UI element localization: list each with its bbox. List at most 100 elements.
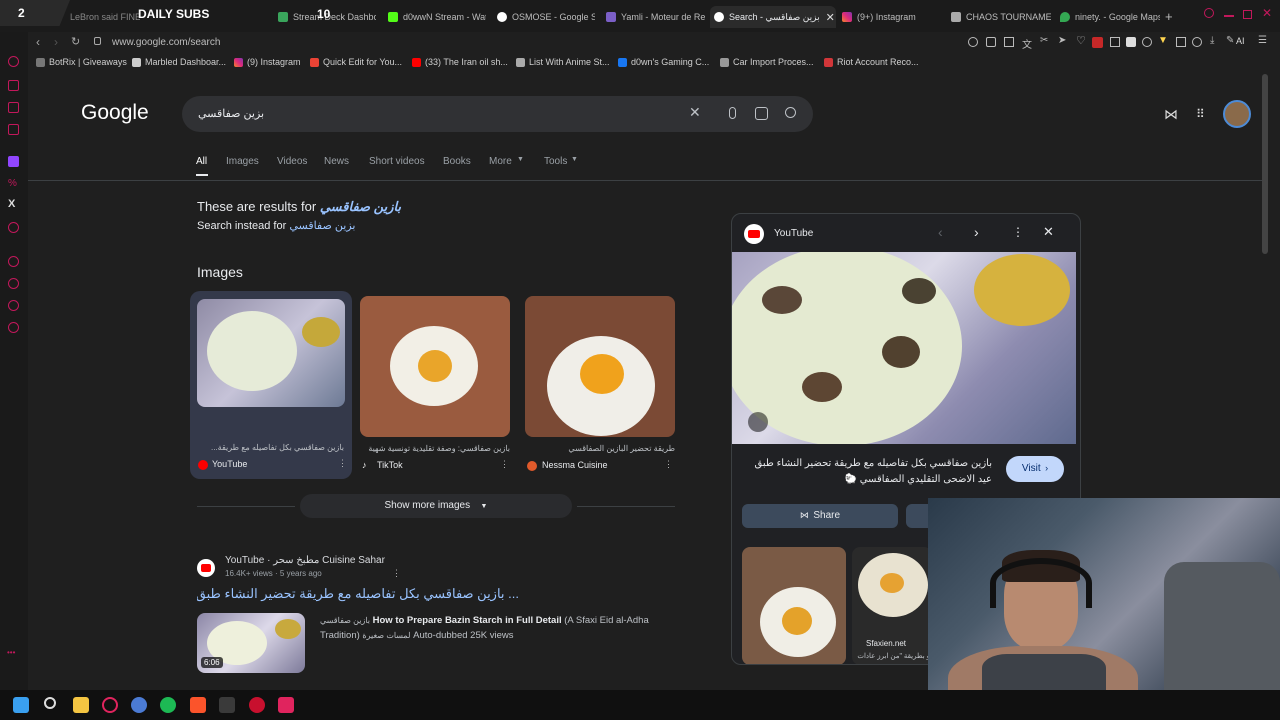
google-logo[interactable]: Google — [81, 101, 149, 125]
tab-6[interactable]: (9+) Instagram — [842, 6, 942, 28]
menu-icon[interactable]: ☰ — [1258, 35, 1267, 46]
app-icon-red[interactable] — [249, 697, 265, 713]
related-image-0[interactable] — [742, 547, 846, 664]
search-box[interactable]: بزين صفاقسي ✕ — [182, 96, 813, 132]
sidebar-settings-icon[interactable] — [8, 322, 19, 333]
sidebar-extension-icon[interactable]: % — [8, 178, 19, 189]
next-icon[interactable]: › — [974, 224, 979, 240]
share-button[interactable]: ⋈ Share — [742, 504, 898, 528]
tab-tools[interactable]: Tools — [544, 156, 567, 167]
tab-3[interactable]: OSMOSE - Google Se — [497, 6, 595, 28]
maximize-icon[interactable] — [1243, 10, 1252, 19]
sidebar-youtube-icon[interactable] — [8, 222, 19, 233]
spell-corrected-link[interactable]: بازين صفاقسي — [320, 199, 401, 214]
spotify-icon[interactable] — [160, 697, 176, 713]
tab-2[interactable]: d0wwN Stream - Wat — [388, 6, 486, 28]
show-more-images-button[interactable]: Show more images ▼ — [300, 494, 572, 518]
ext-icon-3[interactable]: ✂ — [1040, 35, 1048, 46]
minimize-icon[interactable] — [1224, 15, 1234, 17]
share-icon[interactable]: ⋈ — [1164, 106, 1178, 123]
apps-grid-icon[interactable]: ⠿ — [1196, 107, 1205, 121]
avatar[interactable] — [1223, 100, 1251, 128]
sidebar-ai-icon[interactable] — [8, 56, 19, 67]
prev-icon[interactable]: ‹ — [938, 224, 943, 240]
search-icon[interactable] — [44, 697, 56, 709]
image-card-1[interactable]: بازين صفاقسي: وصفة تقليدية تونسية شهية ♪… — [360, 296, 512, 476]
app-icon-pink[interactable] — [278, 697, 294, 713]
result-video-thumb[interactable]: 6:06 — [197, 613, 305, 673]
bookmark-7[interactable]: Car Import Proces... — [720, 57, 814, 67]
translate-icon[interactable]: 文 — [1022, 36, 1032, 51]
app-icon-dark[interactable] — [219, 697, 235, 713]
brave-icon[interactable] — [190, 697, 206, 713]
ext-icon-4[interactable] — [1110, 37, 1120, 47]
file-explorer-icon[interactable] — [73, 697, 89, 713]
app-icon-blue[interactable] — [131, 697, 147, 713]
tab-close-icon[interactable]: ✕ — [826, 11, 835, 24]
sidebar-mail-icon[interactable] — [8, 124, 19, 135]
tab-4[interactable]: Yamli - Moteur de Re — [606, 6, 706, 28]
bookmark-6[interactable]: d0wn's Gaming C... — [618, 57, 709, 67]
more-options-icon[interactable]: ⋮ — [664, 459, 673, 470]
lens-search-icon[interactable] — [748, 412, 768, 432]
bookmark-5[interactable]: List With Anime St... — [516, 57, 610, 67]
sidebar-clock-icon[interactable] — [8, 278, 19, 289]
panel-title[interactable]: بازين صفاقسي بكل تفاصيله مع طريقة تحضير … — [742, 456, 993, 488]
mic-icon[interactable] — [729, 107, 736, 119]
zoom-icon[interactable] — [968, 37, 978, 47]
tab-5-active[interactable]: Search - بزين صفاقسي ✕ — [710, 6, 836, 28]
bookmark-8[interactable]: Riot Account Reco... — [824, 57, 919, 67]
tab-8[interactable]: ninety. - Google Maps — [1060, 6, 1160, 28]
download-icon[interactable]: ⤓ — [1210, 35, 1214, 46]
more-vert-icon[interactable]: ⋮ — [1012, 225, 1024, 239]
ext-icon-1[interactable] — [986, 37, 996, 47]
search-instead-link[interactable]: بزين صفاقسي — [289, 220, 355, 232]
ext-icon-6[interactable] — [1142, 37, 1152, 47]
search-tabs-icon[interactable] — [1204, 8, 1214, 18]
tab-books[interactable]: Books — [443, 156, 471, 167]
edit-icon[interactable]: ✎ — [1226, 35, 1234, 46]
more-options-icon[interactable]: ⋮ — [338, 458, 347, 469]
scrollbar[interactable] — [1262, 74, 1268, 254]
more-options-icon[interactable]: ⋮ — [500, 459, 509, 470]
sidebar-download-icon[interactable] — [8, 300, 19, 311]
sidebar-more-icon[interactable]: ••• — [7, 648, 15, 657]
bookmark-4[interactable]: (33) The Iran oil sh... — [412, 57, 508, 67]
sidebar-chat-icon[interactable] — [8, 102, 19, 113]
clear-icon[interactable]: ✕ — [689, 104, 701, 121]
tab-videos[interactable]: Videos — [277, 156, 307, 167]
sidebar-x-icon[interactable]: X — [8, 198, 15, 210]
forward-icon[interactable]: › — [54, 35, 58, 49]
result-title-link[interactable]: ... بازين صفاقسي بكل تفاصيله مع طريقة تح… — [197, 586, 519, 602]
ext-icon-7[interactable] — [1176, 37, 1186, 47]
search-icon[interactable] — [785, 107, 796, 118]
close-window-icon[interactable]: ✕ — [1262, 6, 1272, 20]
result-options-icon[interactable]: ⋮ — [392, 568, 401, 579]
tab-news[interactable]: News — [324, 156, 349, 167]
close-panel-icon[interactable]: ✕ — [1043, 224, 1054, 240]
ext-red-icon[interactable] — [1092, 37, 1103, 48]
ext-icon-5[interactable] — [1126, 37, 1136, 47]
image-card-2[interactable]: طريقة تحضير البازين الصفاقسي Nessma Cuis… — [525, 296, 677, 476]
tab-7[interactable]: CHAOS TOURNAMEN — [951, 6, 1051, 28]
tab-all[interactable]: All — [196, 156, 207, 167]
bookmark-3[interactable]: Quick Edit for You... — [310, 57, 402, 67]
sidebar-messenger-icon[interactable] — [8, 80, 19, 91]
image-card-0[interactable]: بازين صفاقسي بكل تفاصيله مع طريقة... You… — [190, 291, 352, 479]
bookmark-1[interactable]: Marbled Dashboar... — [132, 57, 226, 67]
new-tab-icon[interactable]: + — [1165, 9, 1173, 24]
sidebar-twitch-icon[interactable] — [8, 156, 19, 167]
tab-more[interactable]: More — [489, 156, 512, 167]
windows-start-icon[interactable] — [13, 697, 29, 713]
lens-icon[interactable] — [755, 107, 768, 120]
filter-icon[interactable]: ▼ — [1158, 35, 1168, 46]
tab-0[interactable]: LeBron said FINE — [70, 6, 140, 28]
ext-icon-2[interactable] — [1004, 37, 1014, 47]
opera-gx-icon[interactable] — [102, 697, 118, 713]
sidebar-history-icon[interactable] — [8, 256, 19, 267]
heart-icon[interactable]: ♡ — [1076, 34, 1086, 47]
reload-icon[interactable]: ↻ — [71, 35, 80, 48]
related-image-1[interactable]: Sfaxien.net و بطريقة "من ابرز عادات — [852, 547, 932, 664]
url-field[interactable]: www.google.com/search — [112, 37, 220, 48]
ext-icon-8[interactable] — [1192, 37, 1202, 47]
